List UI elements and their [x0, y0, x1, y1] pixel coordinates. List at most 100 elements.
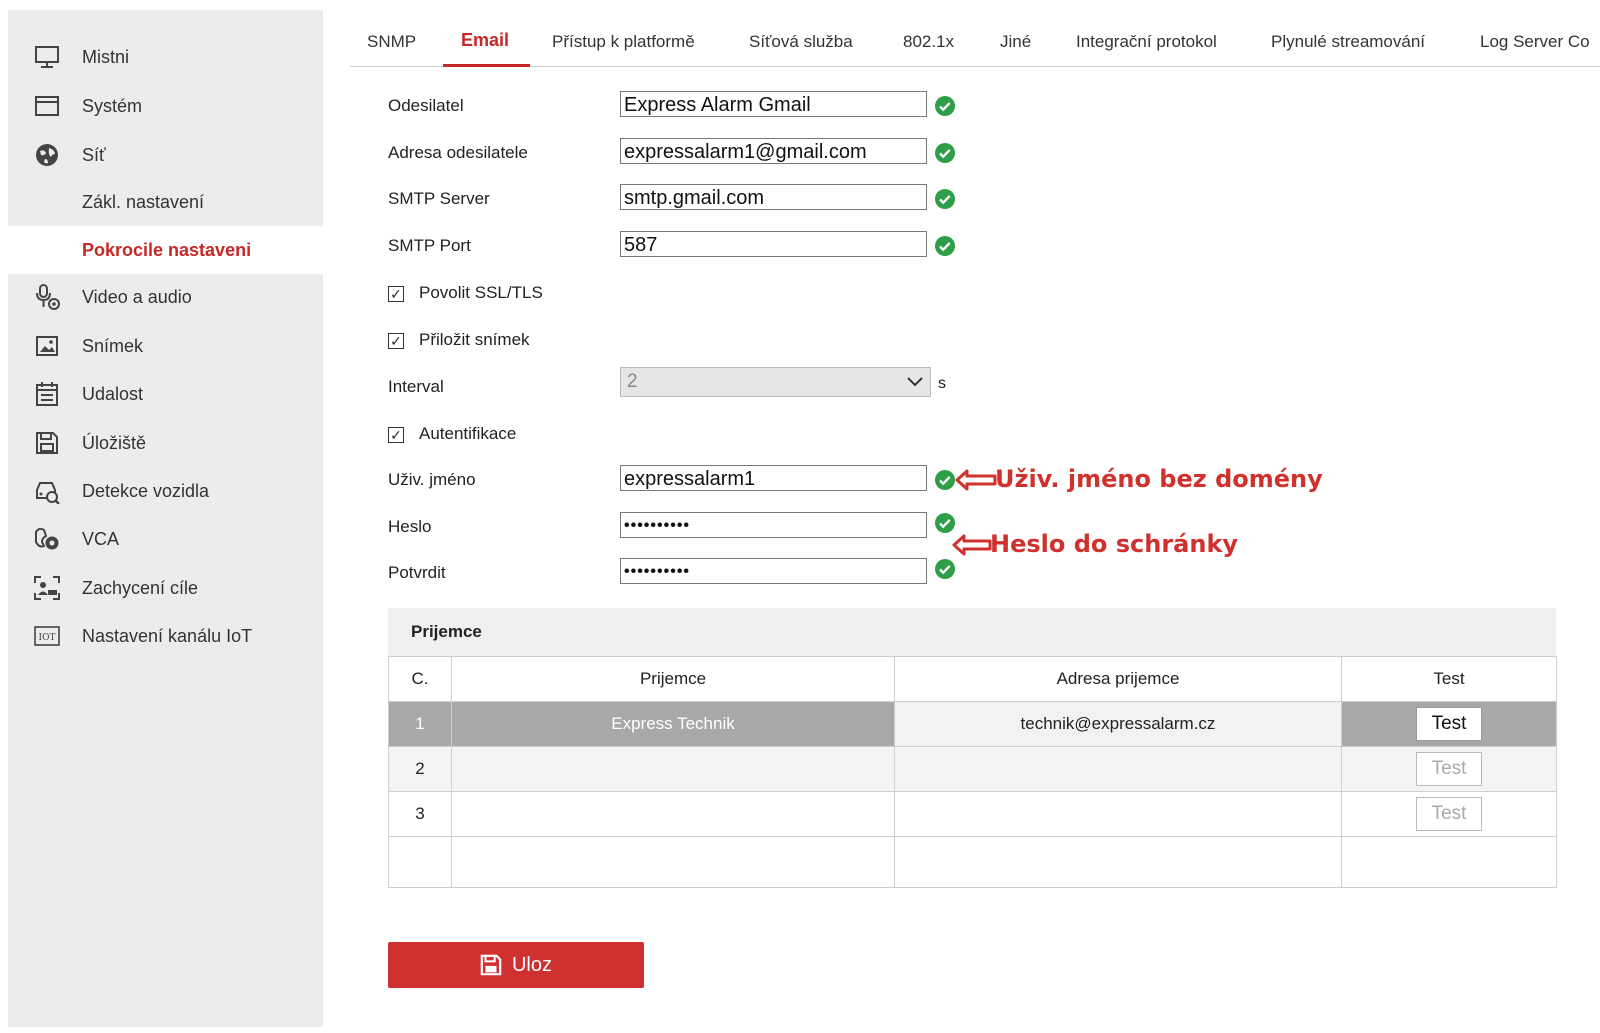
valid-check-icon [935, 96, 955, 116]
ssl-checkbox[interactable]: ✓ [388, 286, 404, 302]
tab-email[interactable]: Email [461, 30, 509, 51]
sidebar-item-label: Mistni [82, 46, 130, 67]
recipient-name[interactable] [451, 791, 895, 837]
recipient-test-cell: Test [1341, 701, 1557, 747]
active-tab-indicator [443, 64, 530, 67]
valid-check-icon [935, 559, 955, 579]
empty-cell [388, 836, 452, 888]
password-input[interactable]: •••••••••• [620, 512, 927, 538]
svg-text:IOT: IOT [39, 633, 56, 643]
sidebar-item-label: VCA [82, 528, 120, 549]
sidebar-item-zachyceni-cile[interactable]: Zachycení cíle [8, 565, 323, 611]
interval-label: Interval [388, 377, 444, 396]
sidebar-item-vca[interactable]: VCA [8, 516, 323, 562]
column-header: Adresa prijemce [894, 656, 1342, 702]
iot-icon: IOT [32, 621, 62, 651]
test-button[interactable]: Test [1416, 797, 1482, 831]
tab-sitova-sluzba[interactable]: Síťová služba [749, 32, 853, 52]
sidebar-item-iot[interactable]: IOT Nastavení kanálu IoT [8, 613, 323, 659]
confirm-password-input[interactable]: •••••••••• [620, 558, 927, 584]
microphone-camera-icon [32, 282, 62, 312]
recipient-name[interactable] [451, 746, 895, 792]
interval-unit: s [938, 375, 946, 392]
sidebar: Mistni Systém Síť Zákl. nastavení Pokroc… [8, 10, 323, 1027]
sidebar-item-sit[interactable]: Síť [8, 132, 323, 178]
sidebar-item-system[interactable]: Systém [8, 83, 323, 129]
sidebar-item-udalost[interactable]: Udalost [8, 371, 323, 417]
sender-label: Odesilatel [388, 96, 464, 115]
sidebar-item-label: Pokrocile nastaveni [82, 239, 252, 260]
username-input[interactable]: expressalarm1 [620, 465, 927, 491]
valid-check-icon [935, 189, 955, 209]
sender-address-label: Adresa odesilatele [388, 143, 528, 162]
attach-snapshot-checkbox[interactable]: ✓ [388, 333, 404, 349]
floppy-disk-icon [32, 428, 62, 458]
interval-select[interactable]: 2 [620, 367, 931, 397]
sidebar-item-pokrocile-nastaveni[interactable]: Pokrocile nastaveni [8, 226, 323, 274]
tab-bar: SNMP Email Přístup k platformě Síťová sl… [350, 20, 1600, 67]
tab-plynule-streamovani[interactable]: Plynulé streamování [1271, 32, 1425, 52]
empty-cell [1341, 836, 1557, 888]
valid-check-icon [935, 470, 955, 490]
recipient-name[interactable]: Express Technik [451, 701, 895, 747]
recipient-address[interactable]: technik@expressalarm.cz [894, 701, 1342, 747]
test-button[interactable]: Test [1416, 707, 1482, 741]
sidebar-item-label: Udalost [82, 383, 144, 404]
sender-input[interactable]: Express Alarm Gmail [620, 91, 927, 117]
floppy-disk-icon [480, 954, 502, 976]
sidebar-item-label: Zákl. nastavení [82, 191, 205, 212]
sidebar-item-uloziste[interactable]: Úložiště [8, 420, 323, 466]
valid-check-icon [935, 236, 955, 256]
smtp-server-label: SMTP Server [388, 189, 490, 208]
test-button[interactable]: Test [1416, 752, 1482, 786]
recipient-test-cell: Test [1341, 746, 1557, 792]
smtp-port-label: SMTP Port [388, 236, 471, 255]
column-header: Test [1341, 656, 1557, 702]
attach-snapshot-label: Přiložit snímek [419, 330, 530, 349]
sidebar-item-label: Systém [82, 95, 143, 116]
smtp-server-input[interactable]: smtp.gmail.com [620, 184, 927, 210]
recipient-test-cell: Test [1341, 791, 1557, 837]
authentication-checkbox[interactable]: ✓ [388, 427, 404, 443]
monitor-icon [32, 42, 62, 72]
save-label: Uloz [511, 953, 552, 976]
window-icon [32, 91, 62, 121]
sidebar-item-zakl-nastaveni[interactable]: Zákl. nastavení [8, 179, 323, 225]
tab-integracni-protokol[interactable]: Integrační protokol [1076, 32, 1217, 52]
vehicle-search-icon [32, 476, 62, 506]
empty-cell [894, 836, 1342, 888]
sidebar-item-detekce-vozidla[interactable]: Detekce vozidla [8, 468, 323, 514]
recipient-address[interactable] [894, 746, 1342, 792]
tab-snmp[interactable]: SNMP [367, 32, 416, 52]
sidebar-item-label: Snímek [82, 335, 144, 356]
chevron-down-icon [907, 377, 923, 387]
confirm-label: Potvrdit [388, 563, 446, 582]
sidebar-item-snimek[interactable]: Snímek [8, 323, 323, 369]
sender-address-input[interactable]: expressalarm1@gmail.com [620, 138, 927, 164]
username-annotation: Uživ. jméno bez domény [995, 465, 1323, 493]
recipient-address[interactable] [894, 791, 1342, 837]
target-capture-icon [32, 573, 62, 603]
calendar-icon [32, 379, 62, 409]
authentication-label: Autentifikace [419, 424, 517, 443]
table-row[interactable]: 1 Express Technik technik@expressalarm.c… [388, 701, 1557, 747]
recipients-table: C. Prijemce Adresa prijemce Test 1 Expre… [388, 656, 1557, 888]
recipients-panel-header: Prijemce [388, 608, 1556, 656]
tab-jine[interactable]: Jiné [1000, 32, 1031, 52]
password-annotation: Heslo do schránky [990, 530, 1239, 558]
recipient-number: 1 [388, 701, 452, 747]
sidebar-item-video-audio[interactable]: Video a audio [8, 274, 323, 320]
table-row[interactable]: 2 Test [388, 746, 1557, 792]
smtp-port-input[interactable]: 587 [620, 231, 927, 257]
arrow-left-icon [955, 469, 997, 491]
column-header: C. [388, 656, 452, 702]
table-row[interactable]: 3 Test [388, 791, 1557, 837]
save-button[interactable]: Uloz [388, 942, 644, 988]
password-label: Heslo [388, 517, 432, 536]
tab-log-server[interactable]: Log Server Co [1480, 32, 1590, 52]
tab-8021x[interactable]: 802.1x [903, 32, 954, 52]
sidebar-item-mistni[interactable]: Mistni [8, 34, 323, 80]
recipients-title: Prijemce [411, 622, 482, 641]
tab-pristup-k-platforme[interactable]: Přístup k platformě [552, 32, 695, 52]
empty-cell [451, 836, 895, 888]
